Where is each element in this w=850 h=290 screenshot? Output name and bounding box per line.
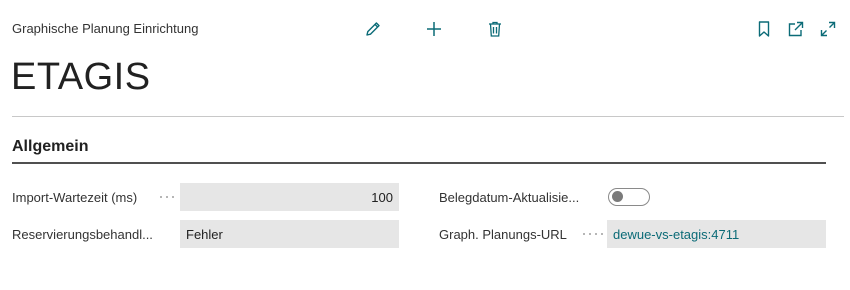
section-title-allgemein[interactable]: Allgemein <box>12 138 88 156</box>
planning-url-label: Graph. Planungs-URL <box>439 226 567 242</box>
doc-date-update-toggle[interactable] <box>608 188 650 206</box>
pencil-icon[interactable] <box>362 18 384 40</box>
open-in-new-window-icon[interactable] <box>785 18 807 40</box>
section-underline <box>12 162 826 164</box>
leader-dots <box>158 196 178 198</box>
expand-icon[interactable] <box>817 18 839 40</box>
page-title: ETAGIS <box>11 56 151 98</box>
import-wait-label: Import-Wartezeit (ms) <box>12 189 138 205</box>
doc-date-update-label: Belegdatum-Aktualisie... <box>439 189 580 205</box>
field-row-reservation: Reservierungsbehandl... Fehler <box>12 220 399 248</box>
field-row-doc-date-update: Belegdatum-Aktualisie... <box>439 183 826 211</box>
import-wait-input[interactable]: 100 <box>180 183 399 211</box>
header-divider <box>12 116 844 117</box>
planning-url-input[interactable]: dewue-vs-etagis:4711 <box>607 220 826 248</box>
reservation-label: Reservierungsbehandl... <box>12 226 153 242</box>
bookmark-icon[interactable] <box>753 18 775 40</box>
field-row-import-wait: Import-Wartezeit (ms) 100 <box>12 183 399 211</box>
page-caption: Graphische Planung Einrichtung <box>12 21 199 36</box>
plus-icon[interactable] <box>423 18 445 40</box>
field-row-planning-url: Graph. Planungs-URL dewue-vs-etagis:4711 <box>439 220 826 248</box>
toggle-knob <box>612 191 623 202</box>
leader-dots <box>581 233 605 235</box>
reservation-select[interactable]: Fehler <box>180 220 399 248</box>
trash-icon[interactable] <box>484 18 506 40</box>
